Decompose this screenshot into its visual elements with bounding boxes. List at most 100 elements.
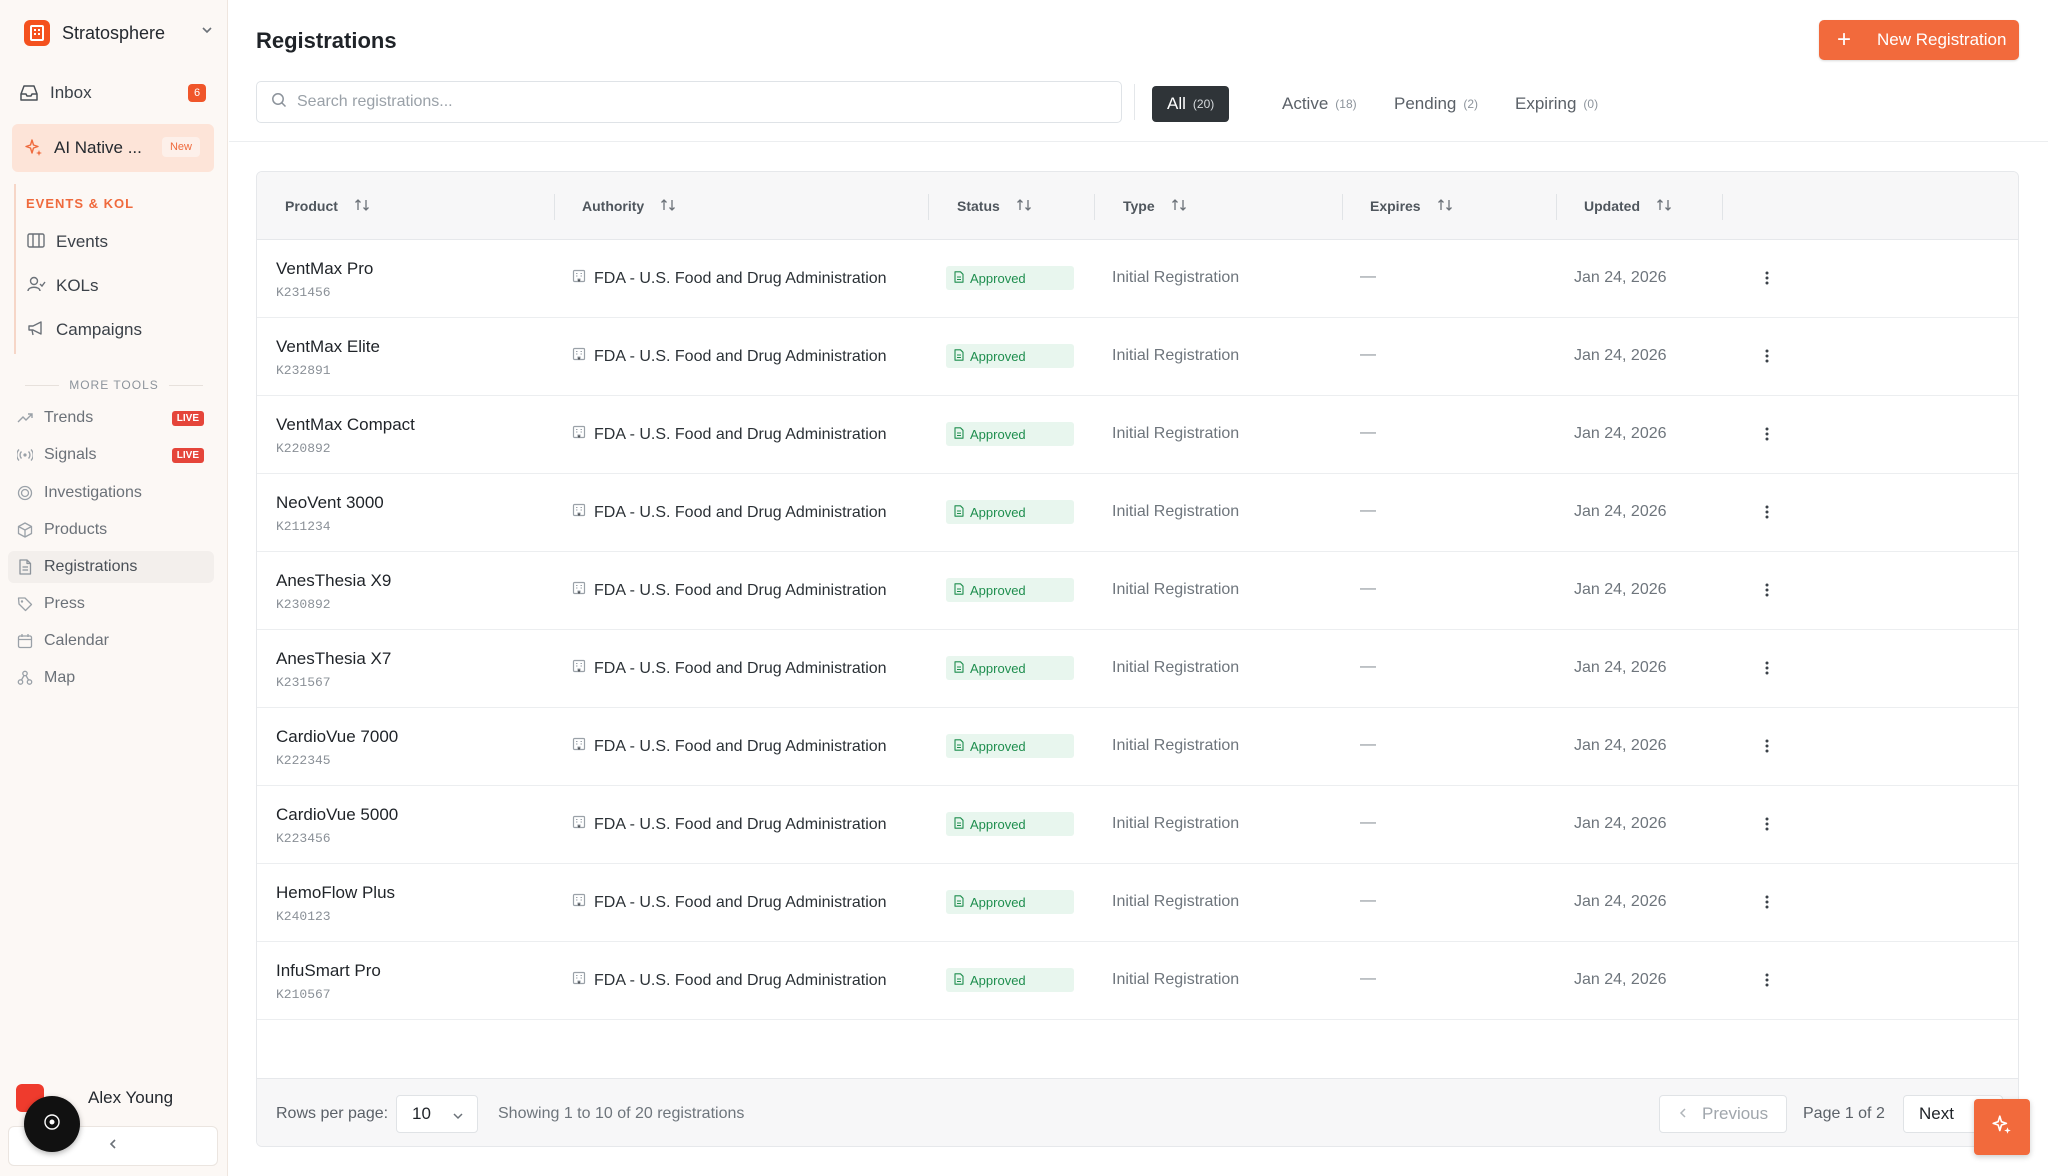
row-actions-menu-icon[interactable] <box>1755 890 1779 914</box>
product-name[interactable]: AnesThesia X7 <box>276 649 391 669</box>
document-icon <box>954 816 964 832</box>
column-label: Type <box>1123 198 1155 214</box>
sidebar-item-calendar[interactable]: Calendar <box>8 625 214 657</box>
registration-type: Initial Registration <box>1112 425 1240 442</box>
product-name[interactable]: VentMax Pro <box>276 259 373 279</box>
rows-per-page-select[interactable]: 10 <box>396 1095 478 1133</box>
sidebar-item-campaigns[interactable]: Campaigns <box>26 315 142 345</box>
sidebar-item-trends[interactable]: Trends LIVE <box>8 402 214 434</box>
sidebar-item-registrations[interactable]: Registrations <box>8 551 214 583</box>
document-icon <box>954 972 964 988</box>
authority-cell: FDA - U.S. Food and Drug Administration <box>572 815 887 834</box>
new-registration-label: New Registration <box>1877 30 2007 49</box>
previous-page-button[interactable]: Previous <box>1659 1095 1787 1133</box>
row-actions-menu-icon[interactable] <box>1755 734 1779 758</box>
product-name[interactable]: CardioVue 5000 <box>276 805 398 825</box>
product-name[interactable]: VentMax Compact <box>276 415 415 435</box>
product-name[interactable]: VentMax Elite <box>276 337 380 357</box>
sidebar-item-events[interactable]: Events <box>26 227 108 257</box>
sidebar-item-investigations[interactable]: Investigations <box>8 477 214 509</box>
column-header-product[interactable]: Product <box>285 172 370 240</box>
workspace-switcher[interactable]: Stratosphere <box>24 19 214 47</box>
tab-label: Expiring <box>1515 94 1577 113</box>
column-header-authority[interactable]: Authority <box>582 172 676 240</box>
live-badge: LIVE <box>171 411 204 426</box>
product-code: K231567 <box>276 675 331 690</box>
product-name[interactable]: AnesThesia X9 <box>276 571 391 591</box>
table-row[interactable]: VentMax Pro K231456 FDA - U.S. Food and Dr… <box>257 240 2018 318</box>
tab-active[interactable]: Active (18) <box>1267 86 1372 122</box>
expires-value: — <box>1360 346 1376 363</box>
sidebar-item-products[interactable]: Products <box>8 514 214 546</box>
table-row[interactable]: CardioVue 7000 K222345 FDA - U.S. Food and… <box>257 708 2018 786</box>
expires-value: — <box>1360 736 1376 753</box>
product-code: K223456 <box>276 831 331 846</box>
new-registration-button[interactable]: + New Registration <box>1819 20 2019 60</box>
tab-pending[interactable]: Pending (2) <box>1379 86 1493 122</box>
status-label: Approved <box>970 738 1026 754</box>
table-row[interactable]: AnesThesia X7 K231567 FDA - U.S. Food and … <box>257 630 2018 708</box>
updated-date: Jan 24, 2026 <box>1574 269 1667 286</box>
document-icon <box>954 504 964 520</box>
sort-icon <box>1171 197 1187 216</box>
ai-assistant-button[interactable] <box>1974 1099 2030 1155</box>
product-code: K210567 <box>276 987 331 1002</box>
row-actions-menu-icon[interactable] <box>1755 344 1779 368</box>
row-actions-menu-icon[interactable] <box>1755 422 1779 446</box>
authority-cell: FDA - U.S. Food and Drug Administration <box>572 971 887 990</box>
calendar-icon <box>16 632 34 650</box>
column-header-type[interactable]: Type <box>1123 172 1187 240</box>
table-row[interactable]: HemoFlow Plus K240123 FDA - U.S. Food and … <box>257 864 2018 942</box>
rows-per-page-label: Rows per page: <box>276 1105 389 1122</box>
table-row[interactable]: VentMax Elite K232891 FDA - U.S. Food and … <box>257 318 2018 396</box>
product-name[interactable]: InfuSmart Pro <box>276 961 381 981</box>
sidebar-item-press[interactable]: Press <box>8 588 214 620</box>
column-header-expires[interactable]: Expires <box>1370 172 1453 240</box>
table-row[interactable]: AnesThesia X9 K230892 FDA - U.S. Food and … <box>257 552 2018 630</box>
authority-cell: FDA - U.S. Food and Drug Administration <box>572 425 887 444</box>
sort-icon <box>1656 197 1672 216</box>
live-badge: LIVE <box>171 448 204 463</box>
row-actions-menu-icon[interactable] <box>1755 578 1779 602</box>
product-name[interactable]: HemoFlow Plus <box>276 883 395 903</box>
column-header-updated[interactable]: Updated <box>1584 172 1672 240</box>
sidebar-item-ai-native[interactable]: AI Native ... New <box>12 124 214 172</box>
row-actions-menu-icon[interactable] <box>1755 968 1779 992</box>
row-actions-menu-icon[interactable] <box>1755 266 1779 290</box>
table-row[interactable]: CardioVue 5000 K223456 FDA - U.S. Food and… <box>257 786 2018 864</box>
tab-all[interactable]: All (20) <box>1152 86 1230 122</box>
record-button[interactable] <box>24 1096 80 1152</box>
row-actions-menu-icon[interactable] <box>1755 656 1779 680</box>
row-actions-menu-icon[interactable] <box>1755 500 1779 524</box>
table-row[interactable]: NeoVent 3000 K211234 FDA - U.S. Food and D… <box>257 474 2018 552</box>
document-icon <box>954 582 964 598</box>
authority-cell: FDA - U.S. Food and Drug Administration <box>572 893 887 912</box>
sidebar: Stratosphere Inbox 6 AI Native ... New E… <box>0 0 228 1176</box>
table-row[interactable]: InfuSmart Pro K210567 FDA - U.S. Food and … <box>257 942 2018 1020</box>
table-row[interactable]: VentMax Compact K220892 FDA - U.S. Food an… <box>257 396 2018 474</box>
authority-cell: FDA - U.S. Food and Drug Administration <box>572 503 887 522</box>
document-icon <box>954 348 964 364</box>
column-divider <box>1342 194 1343 220</box>
record-icon <box>43 1113 61 1136</box>
user-icon <box>26 275 46 298</box>
updated-date: Jan 24, 2026 <box>1574 347 1667 364</box>
main-content: Registrations + New Registration All (20)… <box>229 0 2048 1176</box>
product-name[interactable]: CardioVue 7000 <box>276 727 398 747</box>
column-header-status[interactable]: Status <box>957 172 1032 240</box>
registration-type: Initial Registration <box>1112 737 1240 754</box>
tab-expiring[interactable]: Expiring (0) <box>1500 86 1613 122</box>
inbox-icon <box>18 82 40 104</box>
sidebar-item-map[interactable]: Map <box>8 662 214 694</box>
calendar-box-icon <box>26 231 46 254</box>
search-input[interactable] <box>297 93 1077 111</box>
status-label: Approved <box>970 504 1026 520</box>
sidebar-item-signals[interactable]: Signals LIVE <box>8 439 214 471</box>
authority-name: FDA - U.S. Food and Drug Administration <box>594 581 887 599</box>
updated-date: Jan 24, 2026 <box>1574 581 1667 598</box>
row-actions-menu-icon[interactable] <box>1755 812 1779 836</box>
sidebar-item-inbox[interactable]: Inbox 6 <box>8 75 214 111</box>
building-icon <box>572 425 586 444</box>
sidebar-item-kols[interactable]: KOLs <box>26 271 99 301</box>
product-name[interactable]: NeoVent 3000 <box>276 493 384 513</box>
